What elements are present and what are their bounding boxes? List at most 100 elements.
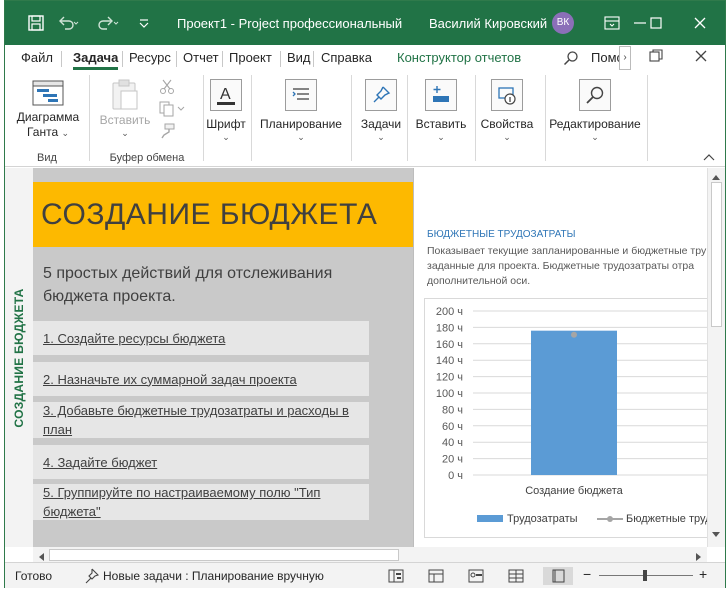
- resource-sheet-icon[interactable]: [505, 567, 527, 585]
- pin-icon: [365, 79, 397, 111]
- chart-heading[interactable]: БЮДЖЕТНЫЕ ТРУДОЗАТРАТЫ: [427, 229, 575, 240]
- budget-work-chart[interactable]: 0 ч 20 ч 40 ч 60 ч 80 ч 100 ч 120 ч 140 ч 160 ч 1…: [424, 298, 712, 538]
- collapse-ribbon-icon[interactable]: [703, 151, 715, 165]
- y-tick-label: 0 ч: [448, 470, 463, 482]
- insert-button[interactable]: Вставить ⌄: [413, 79, 469, 142]
- chevron-right-icon[interactable]: ›: [619, 46, 631, 70]
- tab-divider: [280, 51, 281, 67]
- legend-label: Бюджетные труд: [626, 513, 712, 525]
- schedule-icon: [285, 79, 317, 111]
- tab-view[interactable]: Вид: [287, 50, 311, 65]
- chevron-down-icon: ⌄: [222, 132, 230, 142]
- tab-report-designer[interactable]: Конструктор отчетов: [397, 50, 521, 65]
- y-tick-label: 60 ч: [442, 421, 463, 433]
- close-doc-icon[interactable]: [695, 50, 707, 65]
- zoom-slider-thumb[interactable]: [643, 570, 647, 581]
- group-divider: [545, 75, 546, 161]
- tab-resource[interactable]: Ресурс: [129, 50, 171, 65]
- tab-task[interactable]: Задача: [73, 50, 119, 70]
- insert-task-icon: [425, 79, 457, 111]
- legend-marker: [607, 516, 613, 522]
- editing-button[interactable]: Редактирование ⌄: [549, 79, 641, 142]
- vertical-scrollbar[interactable]: [707, 168, 725, 547]
- cut-icon[interactable]: [159, 79, 175, 98]
- group-divider: [203, 75, 204, 161]
- editing-label: Редактирование: [549, 117, 641, 131]
- save-icon[interactable]: [27, 14, 45, 32]
- chart-description[interactable]: Показывает текущие запланированные и бюд…: [427, 244, 717, 289]
- y-tick-label: 80 ч: [442, 404, 463, 416]
- status-bar: Готово Новые задачи : Планирование вручн…: [5, 562, 725, 588]
- chart-description-line: Показывает текущие запланированные и бюд…: [427, 245, 707, 257]
- y-tick-label: 40 ч: [442, 437, 463, 449]
- format-painter-icon[interactable]: [159, 123, 175, 142]
- chart-description-line: дополнительной оси.: [427, 275, 531, 287]
- x-tick-label: Создание бюджета: [525, 485, 623, 497]
- undo-icon[interactable]: [57, 14, 79, 32]
- y-tick-label: 140 ч: [436, 355, 463, 367]
- task-usage-icon[interactable]: [425, 567, 447, 585]
- gantt-chart-icon: [32, 79, 64, 107]
- ribbon-group-view: Диаграмма Ганта ⌄ Вид: [5, 71, 89, 167]
- list-item[interactable]: 2. Назначьте их суммарной задач проекта: [33, 362, 369, 396]
- properties-label: Свойства: [480, 117, 534, 131]
- report-right-panel[interactable]: БЮДЖЕТНЫЕ ТРУДОЗАТРАТЫ Показывает текущи…: [413, 168, 712, 547]
- ribbon-tabs: Файл Задача Ресурс Отчет Проект Вид Спра…: [5, 45, 725, 71]
- list-item[interactable]: 3. Добавьте бюджетные трудозатраты и рас…: [33, 402, 369, 438]
- tab-report[interactable]: Отчет: [183, 50, 219, 65]
- report-canvas: СОЗДАНИЕ БЮДЖЕТА СОЗДАНИЕ БЮДЖЕТА 5 прос…: [5, 168, 725, 563]
- tab-divider: [61, 51, 62, 67]
- user-name[interactable]: Василий Кировский: [429, 16, 547, 31]
- close-icon[interactable]: [685, 9, 715, 37]
- copy-icon[interactable]: [159, 101, 185, 120]
- y-tick-label: 180 ч: [436, 322, 463, 334]
- tab-divider: [222, 51, 223, 67]
- search-icon[interactable]: [563, 50, 579, 69]
- report-banner[interactable]: СОЗДАНИЕ БЮДЖЕТА: [33, 182, 413, 247]
- font-label: Шрифт: [206, 117, 246, 131]
- team-planner-icon[interactable]: [465, 567, 487, 585]
- y-tick-label: 100 ч: [436, 388, 463, 400]
- font-button[interactable]: A Шрифт ⌄: [205, 79, 247, 142]
- avatar[interactable]: ВК: [552, 12, 574, 34]
- zoom-in-icon[interactable]: +: [699, 566, 707, 582]
- restore-icon[interactable]: [649, 49, 663, 66]
- properties-button[interactable]: Свойства ⌄: [479, 79, 535, 142]
- tab-help[interactable]: Справка: [321, 50, 372, 65]
- maximize-icon[interactable]: [641, 9, 671, 37]
- chevron-down-icon: ⌄: [121, 128, 129, 138]
- scroll-down-icon[interactable]: [711, 528, 721, 542]
- tab-file[interactable]: Файл: [21, 50, 53, 65]
- gantt-label-2: Ганта: [26, 125, 59, 139]
- legend-label: Трудозатраты: [507, 513, 578, 525]
- zoom-out-icon[interactable]: −: [583, 566, 591, 582]
- report-view-icon[interactable]: [543, 567, 573, 585]
- legend-swatch: [477, 515, 503, 522]
- report-intro[interactable]: 5 простых действий для отслеживания бюдж…: [43, 262, 373, 308]
- gantt-view-icon[interactable]: [385, 567, 407, 585]
- tasks-button[interactable]: Задачи ⌄: [359, 79, 403, 142]
- tab-divider: [176, 51, 177, 67]
- gantt-chart-button[interactable]: Диаграмма Ганта ⌄: [13, 79, 83, 140]
- list-item[interactable]: 4. Задайте бюджет: [33, 445, 369, 479]
- ribbon: Диаграмма Ганта ⌄ Вид Вставить ⌄ Буфер о…: [5, 71, 725, 167]
- horizontal-scroll-thumb[interactable]: [49, 549, 399, 561]
- list-item[interactable]: 1. Создайте ресурсы бюджета: [33, 321, 369, 355]
- ribbon-display-icon[interactable]: [597, 9, 627, 37]
- group-divider: [475, 75, 476, 161]
- chart-svg: 0 ч 20 ч 40 ч 60 ч 80 ч 100 ч 120 ч 140 ч 160 ч 1…: [436, 306, 712, 525]
- list-item[interactable]: 5. Группируйте по настраиваемому полю "Т…: [33, 484, 369, 520]
- report-left-panel[interactable]: СОЗДАНИЕ БЮДЖЕТА 5 простых действий для …: [33, 168, 413, 547]
- status-new-tasks[interactable]: Новые задачи : Планирование вручную: [103, 569, 324, 583]
- paste-button[interactable]: Вставить ⌄: [97, 79, 153, 138]
- view-label-strip: СОЗДАНИЕ БЮДЖЕТА: [5, 168, 33, 547]
- customize-qat-icon[interactable]: [137, 14, 155, 32]
- horizontal-scrollbar[interactable]: [33, 547, 707, 563]
- vertical-scroll-thumb[interactable]: [711, 182, 722, 327]
- schedule-label: Планирование: [260, 117, 342, 131]
- tab-project[interactable]: Проект: [229, 50, 272, 65]
- schedule-button[interactable]: Планирование ⌄: [259, 79, 343, 142]
- pushpin-icon[interactable]: [83, 568, 100, 587]
- redo-icon[interactable]: [97, 14, 119, 32]
- tab-divider: [122, 51, 123, 67]
